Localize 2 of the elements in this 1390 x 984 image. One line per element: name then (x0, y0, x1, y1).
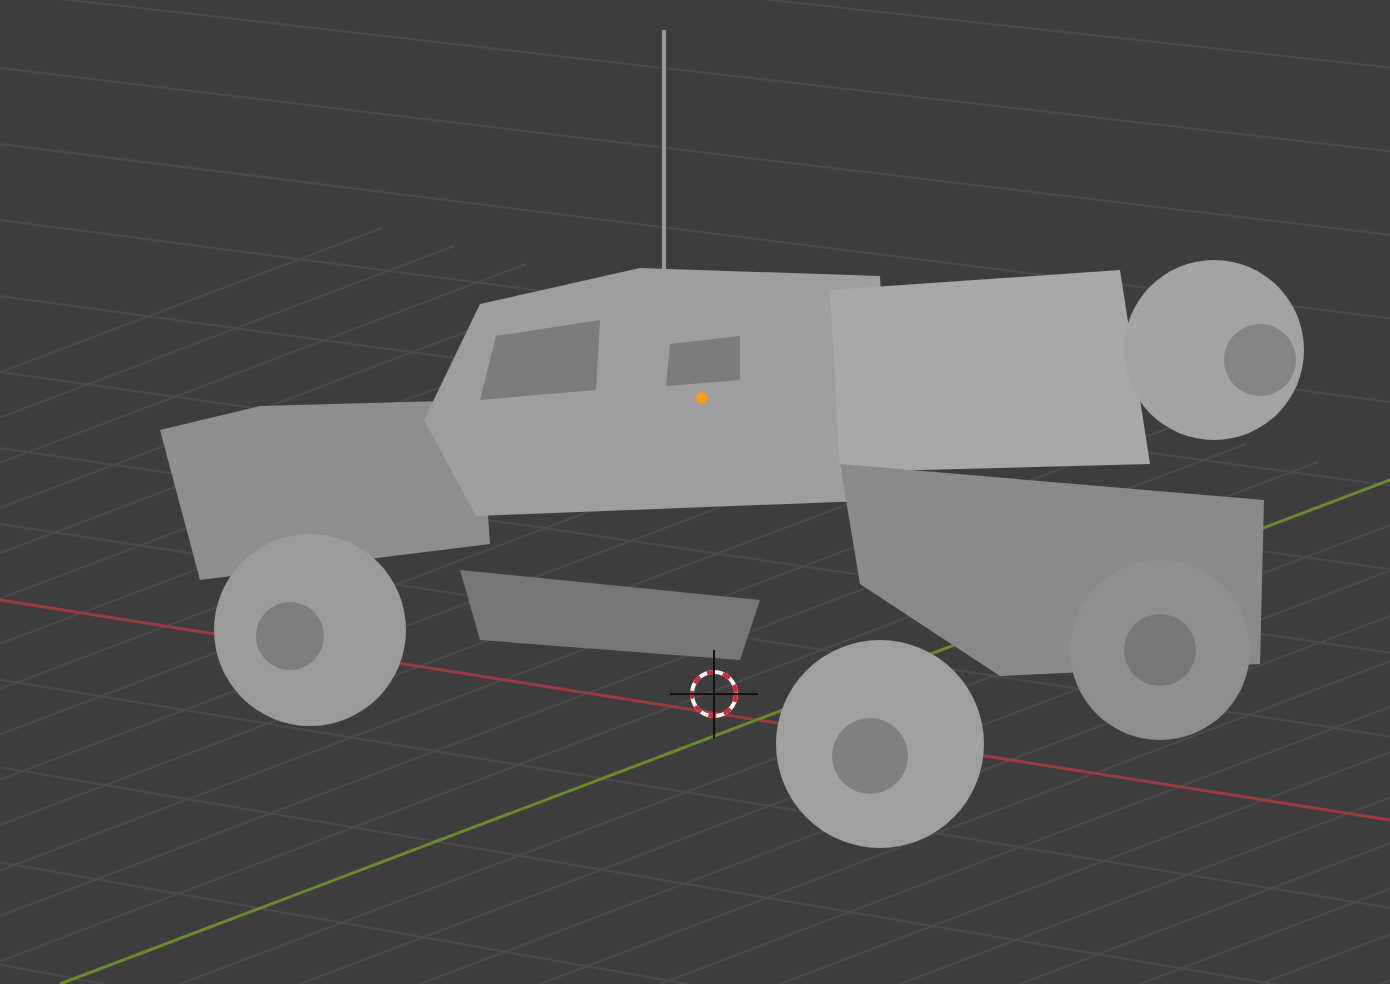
3d-cursor-icon (669, 649, 759, 739)
origin-point-icon (696, 392, 708, 404)
